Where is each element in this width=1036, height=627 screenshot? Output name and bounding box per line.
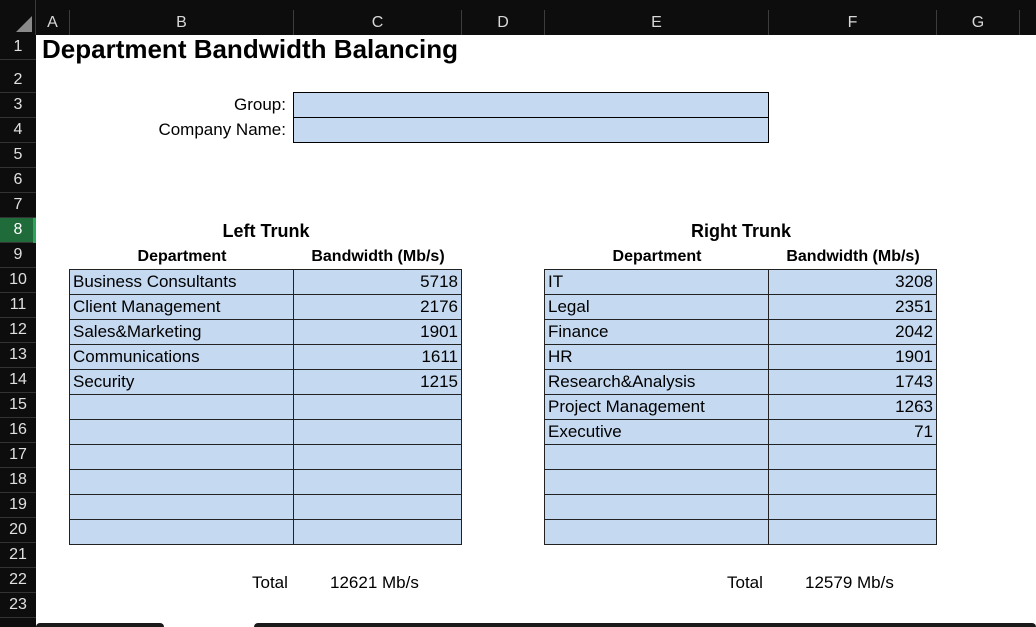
table-cell-department[interactable] — [70, 395, 294, 420]
table-cell-bandwidth[interactable]: 3208 — [769, 270, 937, 295]
select-all-triangle-icon — [16, 16, 32, 32]
table-cell-department[interactable] — [545, 470, 769, 495]
table-cell-bandwidth[interactable]: 2042 — [769, 320, 937, 345]
table-cell-bandwidth[interactable] — [294, 495, 462, 520]
row-header-5[interactable]: 5 — [0, 143, 36, 168]
table-cell-bandwidth[interactable] — [769, 470, 937, 495]
row-header-3[interactable]: 3 — [0, 93, 36, 118]
table-cell-department[interactable] — [70, 420, 294, 445]
table-cell-bandwidth[interactable]: 1901 — [769, 345, 937, 370]
table-cell-department[interactable] — [70, 470, 294, 495]
table-cell-bandwidth[interactable] — [294, 445, 462, 470]
company-name-input[interactable] — [293, 117, 769, 143]
left-trunk-table: Business Consultants 5718 Client Managemen… — [69, 269, 462, 545]
column-header-c[interactable]: C — [294, 10, 462, 35]
table-cell-department[interactable]: Communications — [70, 345, 294, 370]
select-all-corner[interactable] — [0, 0, 36, 35]
table-cell-department[interactable]: Executive — [545, 420, 769, 445]
table-cell-department[interactable] — [70, 445, 294, 470]
right-trunk-table: IT 3208 Legal 2351 Finance 2042 HR 1901 Research… — [544, 269, 937, 545]
group-label: Group: — [234, 95, 286, 114]
table-cell-bandwidth[interactable] — [294, 470, 462, 495]
table-cell-department[interactable]: Business Consultants — [70, 270, 294, 295]
table-cell-bandwidth[interactable]: 1743 — [769, 370, 937, 395]
group-input[interactable] — [293, 92, 769, 118]
table-cell-bandwidth[interactable] — [294, 395, 462, 420]
row-header-14[interactable]: 14 — [0, 368, 36, 393]
table-cell-department[interactable]: Research&Analysis — [545, 370, 769, 395]
row-header-13[interactable]: 13 — [0, 343, 36, 368]
row-header-23[interactable]: 23 — [0, 593, 36, 618]
table-cell-bandwidth[interactable] — [294, 420, 462, 445]
table-cell-department[interactable]: Client Management — [70, 295, 294, 320]
right-bandwidth-header: Bandwidth (Mb/s) — [786, 248, 920, 265]
left-bandwidth-header: Bandwidth (Mb/s) — [311, 248, 445, 265]
page-title: Department Bandwidth Balancing — [42, 34, 459, 64]
table-cell-bandwidth[interactable]: 2351 — [769, 295, 937, 320]
table-cell-department[interactable]: Legal — [545, 295, 769, 320]
row-header-11[interactable]: 11 — [0, 293, 36, 318]
column-header-a[interactable]: A — [36, 10, 70, 35]
table-cell-bandwidth[interactable]: 1611 — [294, 345, 462, 370]
table-cell-bandwidth[interactable]: 5718 — [294, 270, 462, 295]
table-cell-bandwidth[interactable]: 71 — [769, 420, 937, 445]
row-header-21[interactable]: 21 — [0, 543, 36, 568]
column-header-d[interactable]: D — [462, 10, 545, 35]
row-header-2[interactable]: 2 — [0, 68, 36, 93]
table-cell-bandwidth[interactable] — [769, 520, 937, 545]
column-header-f[interactable]: F — [769, 10, 937, 35]
table-cell-department[interactable] — [70, 520, 294, 545]
table-cell-bandwidth[interactable]: 1263 — [769, 395, 937, 420]
column-header-e[interactable]: E — [545, 10, 769, 35]
table-cell-bandwidth[interactable] — [294, 520, 462, 545]
table-cell-department[interactable]: IT — [545, 270, 769, 295]
table-cell-department[interactable]: Sales&Marketing — [70, 320, 294, 345]
row-header-8[interactable]: 8 — [0, 218, 36, 243]
table-cell-department[interactable]: Finance — [545, 320, 769, 345]
sheet-tab-strip-left — [36, 623, 164, 627]
table-cell-department[interactable] — [70, 495, 294, 520]
row-header-7[interactable]: 7 — [0, 193, 36, 218]
table-cell-bandwidth[interactable]: 1901 — [294, 320, 462, 345]
left-total-value: 12621 Mb/s — [330, 573, 419, 592]
right-dept-header: Department — [612, 248, 702, 265]
row-header-1[interactable]: 1 — [0, 35, 36, 60]
table-cell-department[interactable]: Security — [70, 370, 294, 395]
column-header-b[interactable]: B — [70, 10, 294, 35]
table-cell-bandwidth[interactable]: 2176 — [294, 295, 462, 320]
table-cell-bandwidth[interactable] — [769, 445, 937, 470]
right-trunk-caption: Right Trunk — [691, 221, 791, 241]
company-name-label: Company Name: — [158, 120, 286, 139]
column-header-g[interactable]: G — [937, 10, 1020, 35]
row-header-16[interactable]: 16 — [0, 418, 36, 443]
sheet-tab-strip-right — [254, 623, 1036, 627]
row-header-18[interactable]: 18 — [0, 468, 36, 493]
row-header-4[interactable]: 4 — [0, 118, 36, 143]
row-header-9[interactable]: 9 — [0, 243, 36, 268]
table-cell-department[interactable]: Project Management — [545, 395, 769, 420]
row-header-10[interactable]: 10 — [0, 268, 36, 293]
row-header-17[interactable]: 17 — [0, 443, 36, 468]
left-total-label: Total — [252, 573, 288, 592]
right-total-label: Total — [727, 573, 763, 592]
row-header-20[interactable]: 20 — [0, 518, 36, 543]
table-cell-bandwidth[interactable]: 1215 — [294, 370, 462, 395]
row-header-6[interactable]: 6 — [0, 168, 36, 193]
left-trunk-caption: Left Trunk — [222, 221, 310, 241]
row-header-19[interactable]: 19 — [0, 493, 36, 518]
table-cell-department[interactable] — [545, 520, 769, 545]
table-cell-department[interactable] — [545, 445, 769, 470]
table-cell-department[interactable]: HR — [545, 345, 769, 370]
row-header-12[interactable]: 12 — [0, 318, 36, 343]
row-header-22[interactable]: 22 — [0, 568, 36, 593]
table-cell-department[interactable] — [545, 495, 769, 520]
row-header-15[interactable]: 15 — [0, 393, 36, 418]
right-total-value: 12579 Mb/s — [805, 573, 894, 592]
table-cell-bandwidth[interactable] — [769, 495, 937, 520]
left-dept-header: Department — [137, 248, 227, 265]
